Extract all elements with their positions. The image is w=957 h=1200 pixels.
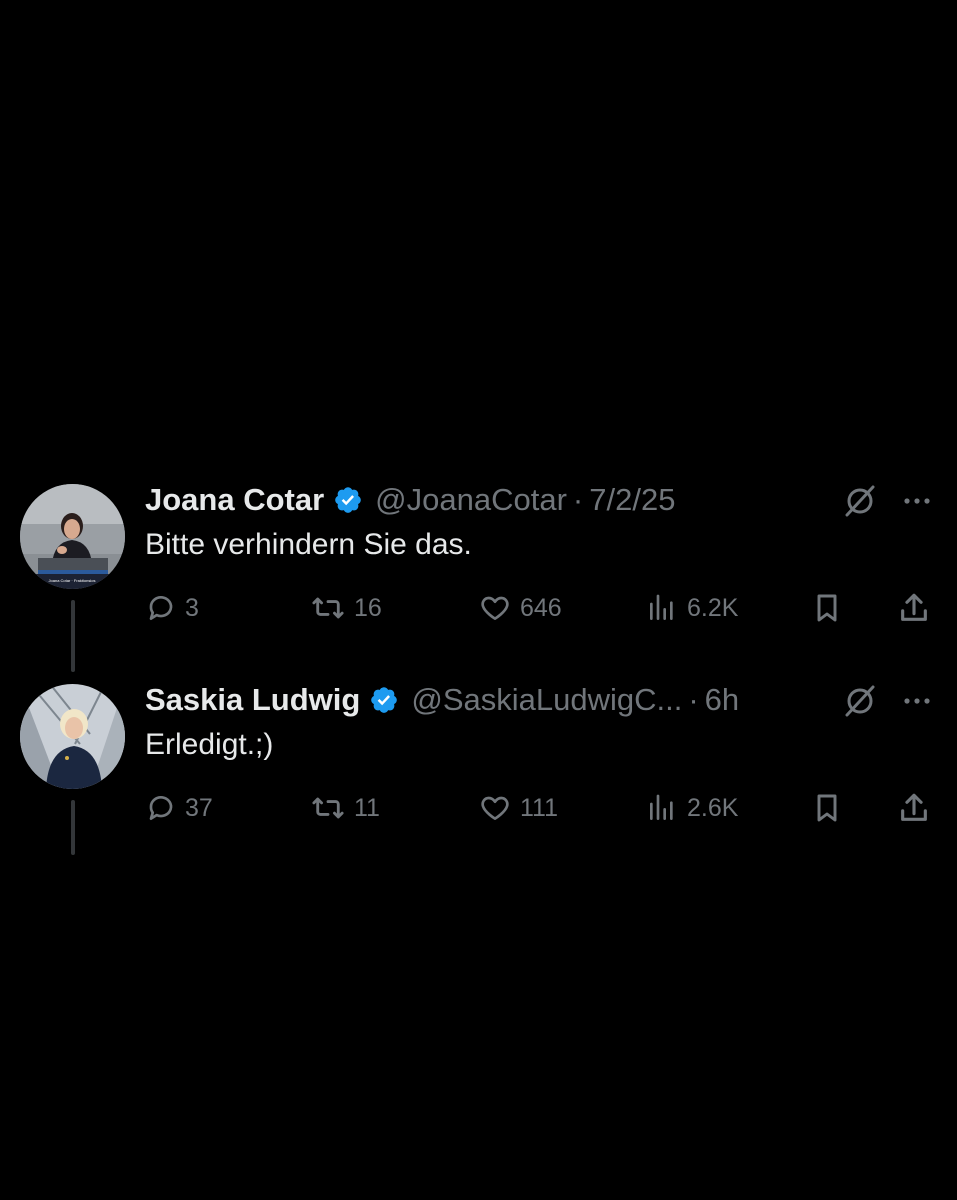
share-icon: [897, 591, 931, 625]
bookmark-button[interactable]: [811, 588, 843, 628]
views-icon: [645, 592, 679, 624]
reply-button[interactable]: 3: [145, 588, 199, 628]
action-bar: 3 16 646 6.2K: [145, 588, 935, 628]
views-icon: [645, 792, 679, 824]
share-icon: [897, 791, 931, 825]
bookmark-icon: [811, 791, 843, 825]
share-button[interactable]: [897, 588, 931, 628]
repost-button[interactable]: 11: [310, 788, 380, 828]
tweet-header: Joana Cotar @JoanaCotar · 7/2/25: [145, 480, 675, 520]
views-button[interactable]: 6.2K: [645, 588, 738, 628]
share-button[interactable]: [897, 788, 931, 828]
thread-line: [71, 800, 75, 855]
bookmark-icon: [811, 591, 843, 625]
tweet-text: Bitte verhindern Sie das.: [145, 528, 472, 561]
verified-badge-icon: [369, 685, 399, 715]
timestamp[interactable]: 6h: [705, 682, 739, 718]
reply-icon: [145, 592, 177, 624]
repost-icon: [310, 592, 346, 624]
thread-line: [71, 600, 75, 672]
avatar-caption: Joana Cotar · Fraktionslos: [49, 578, 96, 583]
like-icon: [478, 792, 512, 824]
bookmark-button[interactable]: [811, 788, 843, 828]
display-name[interactable]: Saskia Ludwig: [145, 682, 360, 718]
tweet-header: Saskia Ludwig @SaskiaLudwigC... · 6h: [145, 680, 739, 720]
like-count: 646: [520, 593, 562, 622]
like-button[interactable]: 111: [478, 788, 558, 828]
reply-count: 37: [185, 793, 213, 822]
view-count: 6.2K: [687, 593, 739, 622]
avatar-image: Joana Cotar · Fraktionslos: [20, 484, 125, 589]
repost-button[interactable]: 16: [310, 588, 382, 628]
verified-badge-icon: [333, 485, 363, 515]
separator: ·: [572, 482, 584, 517]
avatar-image: [20, 684, 125, 789]
tweet[interactable]: Joana Cotar · Fraktionslos Joana Cotar @…: [0, 470, 957, 672]
action-bar: 37 11 111 2.6K: [145, 788, 935, 828]
reply-button[interactable]: 37: [145, 788, 213, 828]
handle[interactable]: @JoanaCotar: [375, 482, 567, 518]
views-button[interactable]: 2.6K: [645, 788, 738, 828]
display-name[interactable]: Joana Cotar: [145, 482, 324, 518]
grok-icon[interactable]: [843, 484, 877, 518]
grok-icon[interactable]: [843, 684, 877, 718]
repost-count: 16: [354, 593, 382, 622]
tweet[interactable]: Saskia Ludwig @SaskiaLudwigC... · 6h Erl…: [0, 670, 957, 870]
reply-count: 3: [185, 593, 199, 622]
repost-icon: [310, 792, 346, 824]
thread: Joana Cotar · Fraktionslos Joana Cotar @…: [0, 470, 957, 870]
more-icon[interactable]: [901, 692, 933, 710]
like-count: 111: [520, 793, 559, 822]
handle[interactable]: @SaskiaLudwigC...: [411, 682, 682, 718]
view-count: 2.6K: [687, 793, 739, 822]
more-icon[interactable]: [901, 492, 933, 510]
separator: ·: [688, 682, 699, 717]
like-icon: [478, 592, 512, 624]
avatar[interactable]: [20, 684, 125, 789]
avatar[interactable]: Joana Cotar · Fraktionslos: [20, 484, 125, 589]
timestamp[interactable]: 7/2/25: [589, 482, 675, 518]
reply-icon: [145, 792, 177, 824]
tweet-text: Erledigt.;): [145, 728, 274, 761]
repost-count: 11: [354, 793, 380, 822]
like-button[interactable]: 646: [478, 588, 562, 628]
